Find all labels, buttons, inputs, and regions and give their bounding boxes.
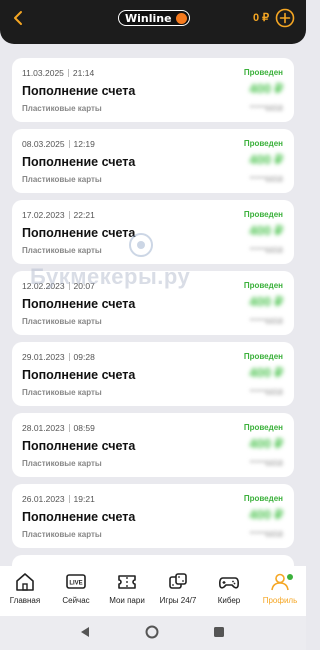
add-funds-icon[interactable]	[275, 8, 295, 28]
account-number: *****6658	[249, 388, 283, 397]
transaction-card[interactable]: 26.01.2023 19:21 Проведен Пополнение счет…	[12, 484, 294, 548]
transaction-datetime: 08.03.2025 12:19	[22, 139, 95, 149]
tab-cyber[interactable]: Кибер	[204, 572, 254, 616]
account-number: *****6658	[249, 459, 283, 468]
ticket-icon	[118, 575, 136, 589]
transaction-amount: 400 ₽	[249, 436, 283, 451]
payment-method: Пластиковые карты	[22, 317, 102, 326]
balance-amount[interactable]: 0 ₽	[253, 11, 269, 24]
tab-label: Главная	[9, 596, 41, 605]
transaction-status: Проведен	[243, 352, 283, 361]
transaction-datetime: 29.01.2023 09:28	[22, 352, 95, 362]
transaction-amount: 400 ₽	[249, 507, 283, 522]
transaction-card[interactable]: 11.03.2025 21:14 Проведен Пополнение счет…	[12, 58, 294, 122]
transaction-title: Пополнение счета	[22, 368, 136, 382]
tab-profile[interactable]: Профиль	[255, 572, 305, 616]
transaction-datetime: 26.01.2023 19:21	[22, 494, 95, 504]
system-back-icon[interactable]	[78, 625, 92, 639]
transaction-amount: 400 ₽	[249, 294, 283, 309]
transaction-title: Пополнение счета	[22, 297, 136, 311]
transaction-card[interactable]: 28.01.2023 08:59 Проведен Пополнение счет…	[12, 413, 294, 477]
payment-method: Пластиковые карты	[22, 388, 102, 397]
transaction-card[interactable]: 08.03.2025 12:19 Проведен Пополнение счет…	[12, 129, 294, 193]
transaction-title: Пополнение счета	[22, 155, 136, 169]
gamepad-icon	[219, 577, 239, 589]
tab-label: Сейчас	[62, 596, 90, 605]
account-number: *****6658	[249, 104, 283, 113]
transaction-datetime: 17.02.2023 22:21	[22, 210, 95, 220]
payment-method: Пластиковые карты	[22, 530, 102, 539]
system-nav-bar	[0, 616, 306, 650]
transaction-card[interactable]: 12.02.2023 20:07 Проведен Пополнение счет…	[12, 271, 294, 335]
transaction-datetime: 12.02.2023 20:07	[22, 281, 95, 291]
transaction-status: Проведен	[243, 210, 283, 219]
tab-label: Мои пари	[109, 596, 145, 605]
payment-method: Пластиковые карты	[22, 459, 102, 468]
tab-live[interactable]: LIVE Сейчас	[51, 572, 101, 616]
account-number: *****6658	[249, 317, 283, 326]
tab-label: Профиль	[262, 596, 298, 605]
transaction-title: Пополнение счета	[22, 226, 136, 240]
transaction-status: Проведен	[243, 423, 283, 432]
transaction-title: Пополнение счета	[22, 510, 136, 524]
logo-text: Winline	[125, 11, 172, 25]
transaction-status: Проведен	[243, 281, 283, 290]
transaction-amount: 400 ₽	[249, 223, 283, 238]
account-number: *****6658	[249, 246, 283, 255]
transaction-title: Пополнение счета	[22, 84, 136, 98]
transaction-amount: 400 ₽	[249, 365, 283, 380]
tab-games[interactable]: Игры 24/7	[153, 572, 203, 616]
logo-dot	[176, 12, 187, 24]
system-recents-icon[interactable]	[212, 625, 226, 639]
payment-method: Пластиковые карты	[22, 246, 102, 255]
back-arrow-icon[interactable]	[10, 9, 28, 27]
app-header: Winline 0 ₽	[0, 0, 306, 44]
payment-method: Пластиковые карты	[22, 175, 102, 184]
transaction-status: Проведен	[243, 139, 283, 148]
svg-text:LIVE: LIVE	[69, 581, 82, 587]
winline-logo: Winline	[118, 10, 190, 26]
transaction-amount: 400 ₽	[249, 81, 283, 96]
bottom-tab-bar: Главная LIVE Сейчас Мои пари Игры 24/7 К…	[0, 566, 306, 616]
transaction-title: Пополнение счета	[22, 439, 136, 453]
tab-label: Кибер	[217, 596, 241, 605]
tab-my-bets[interactable]: Мои пари	[102, 572, 152, 616]
home-icon	[16, 573, 34, 591]
transaction-card[interactable]: 29.01.2023 09:28 Проведен Пополнение счет…	[12, 342, 294, 406]
transaction-datetime: 11.03.2025 21:14	[22, 68, 95, 78]
notification-dot	[287, 574, 293, 580]
tab-label: Игры 24/7	[159, 596, 197, 605]
transaction-amount: 400 ₽	[249, 152, 283, 167]
transaction-status: Проведен	[243, 68, 283, 77]
live-icon: LIVE	[66, 574, 86, 589]
account-number: *****6658	[249, 530, 283, 539]
transaction-datetime: 28.01.2023 08:59	[22, 423, 95, 433]
watermark-ball-icon	[129, 233, 153, 257]
system-home-icon[interactable]	[145, 625, 159, 639]
tab-home[interactable]: Главная	[0, 572, 50, 616]
payment-method: Пластиковые карты	[22, 104, 102, 113]
account-number: *****6658	[249, 175, 283, 184]
dice-icon	[169, 573, 187, 589]
transaction-status: Проведен	[243, 494, 283, 503]
